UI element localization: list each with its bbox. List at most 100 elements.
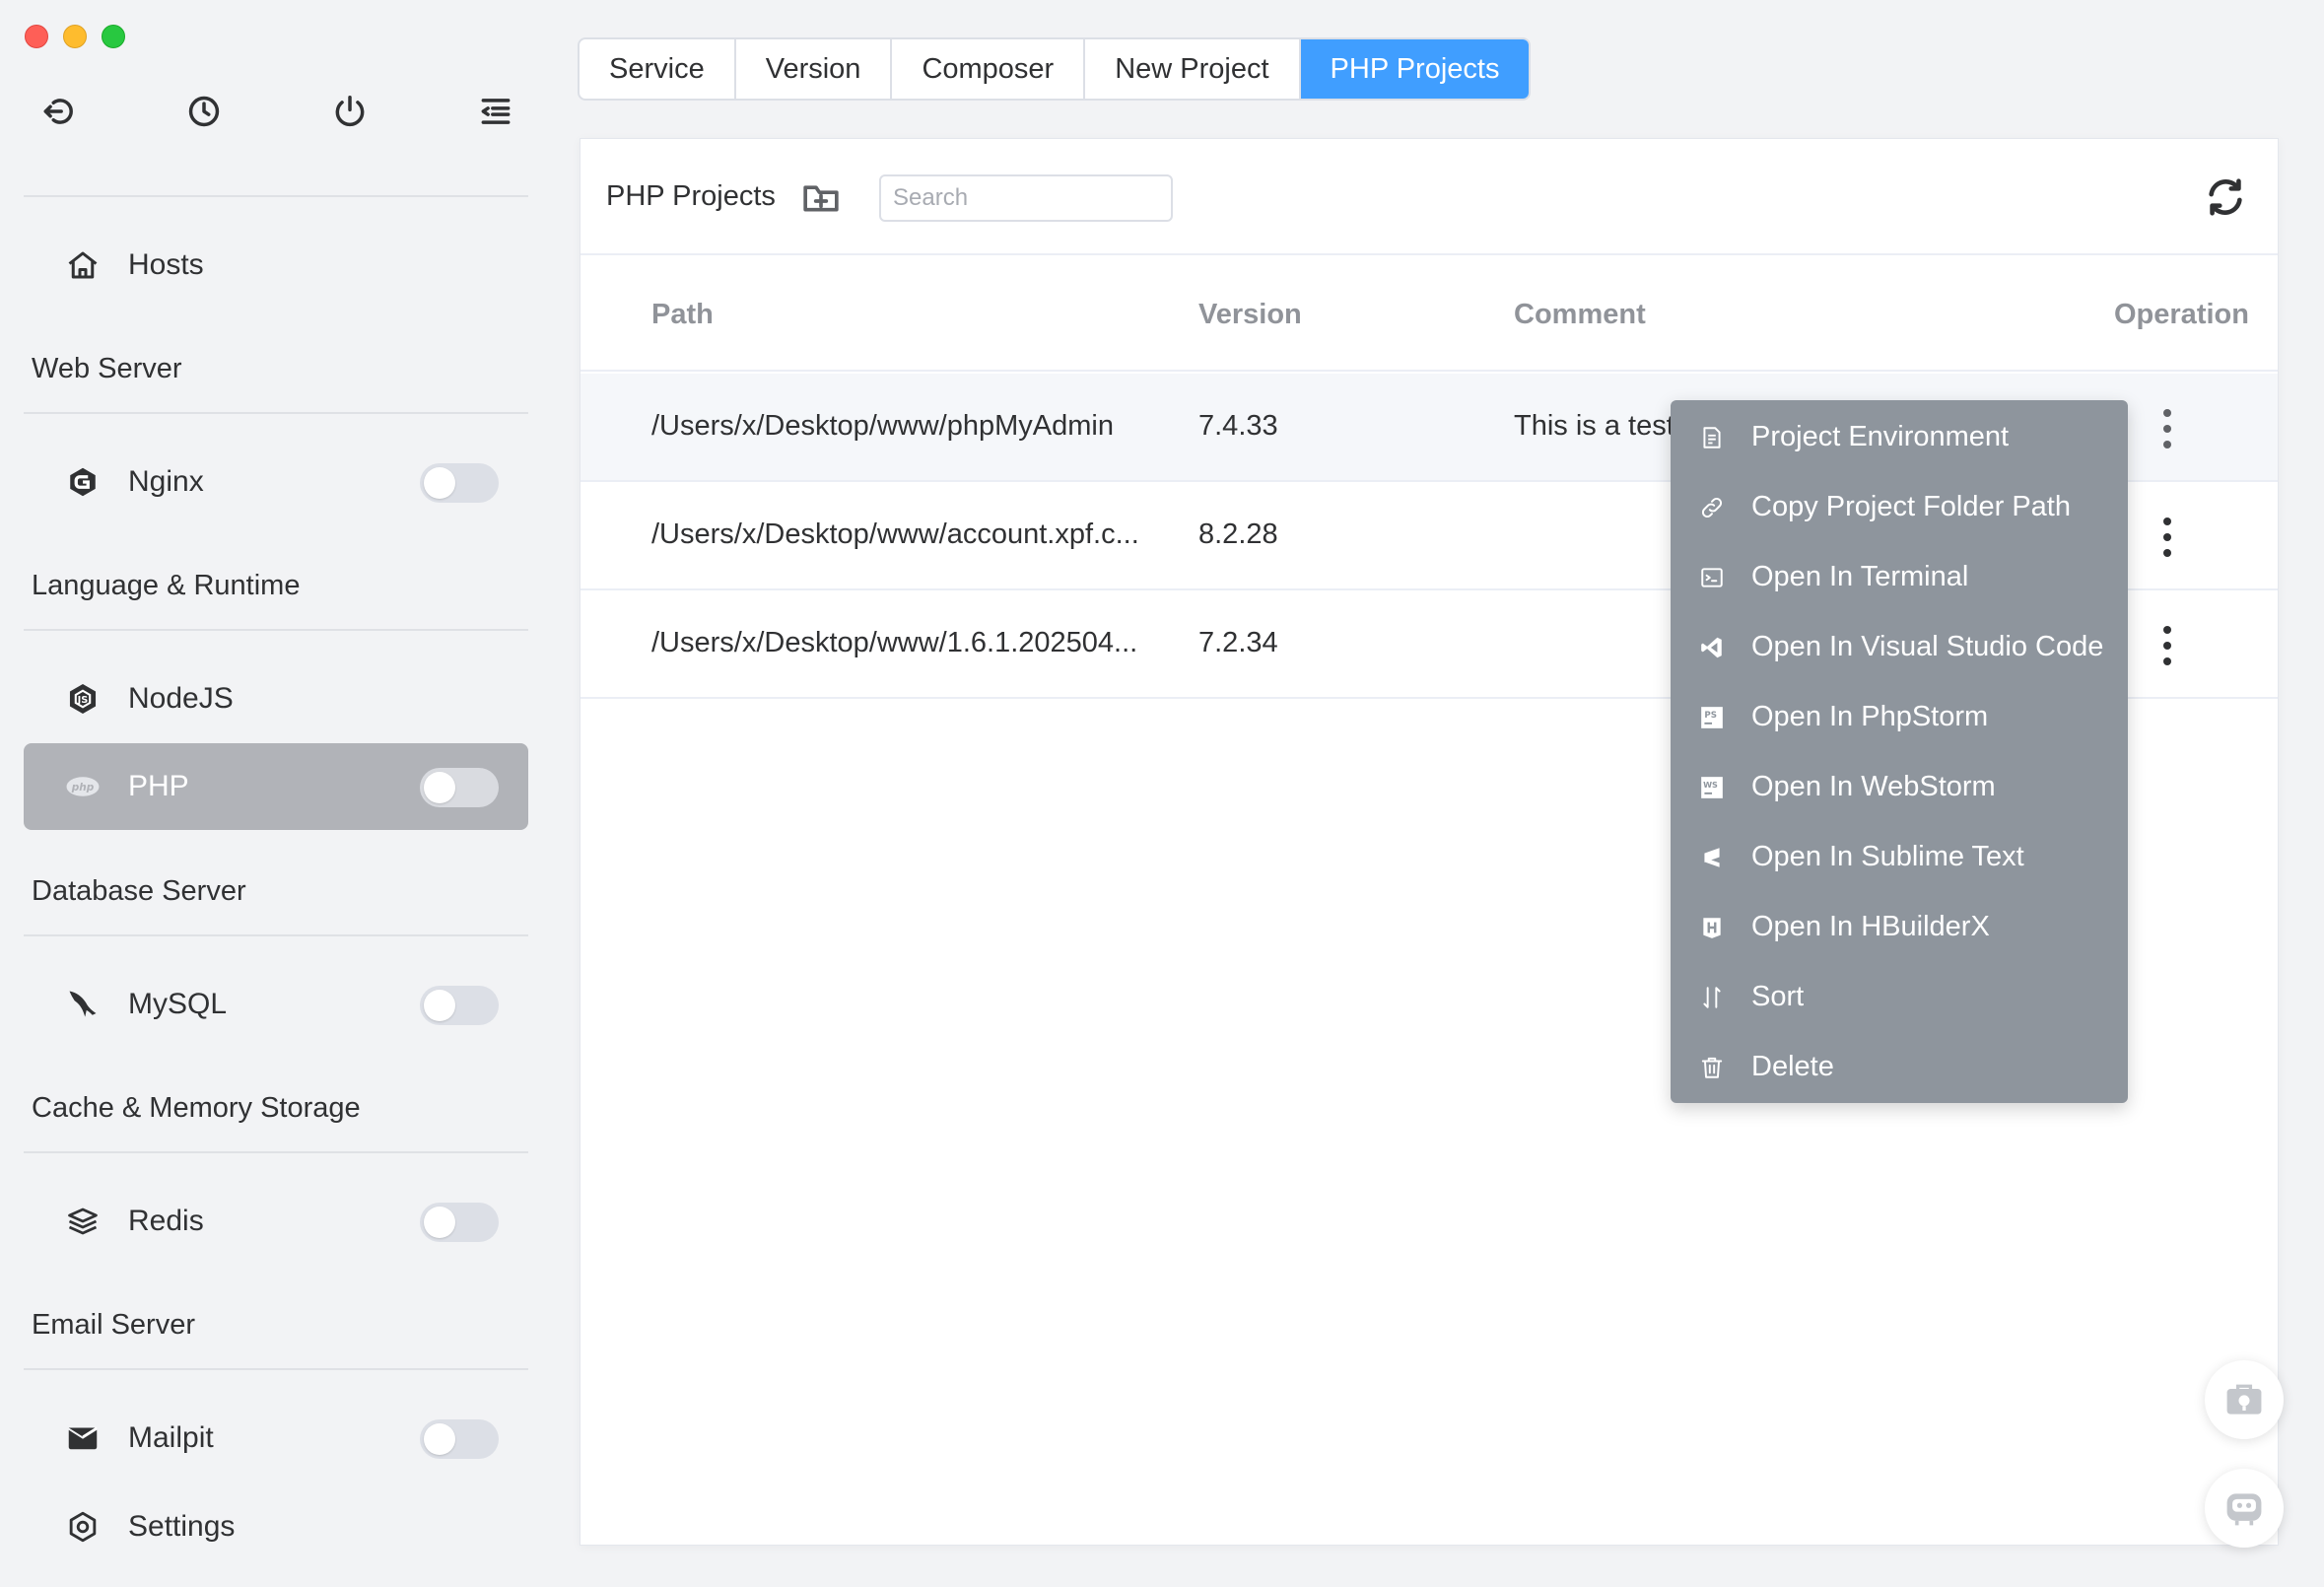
sidebar-item-label: Mailpit bbox=[128, 1421, 214, 1454]
add-project-button[interactable] bbox=[801, 178, 841, 218]
refresh-button[interactable] bbox=[2203, 174, 2248, 220]
ai-assistant-button[interactable] bbox=[2205, 1469, 2284, 1548]
menu-item-label: Open In WebStorm bbox=[1751, 771, 1996, 802]
sidebar-item-label: Nginx bbox=[128, 465, 204, 498]
mailpit-toggle[interactable] bbox=[420, 1419, 499, 1459]
menu-item-label: Open In Sublime Text bbox=[1751, 841, 2024, 872]
more-options-icon[interactable] bbox=[2157, 409, 2177, 448]
trash-icon bbox=[1698, 1054, 1726, 1081]
mysql-toggle[interactable] bbox=[420, 986, 499, 1025]
menu-item-sort[interactable]: Sort bbox=[1671, 962, 2128, 1032]
cell-path: /Users/x/Desktop/www/account.xpf.c... bbox=[651, 518, 1139, 550]
tab-php-projects[interactable]: PHP Projects bbox=[1300, 39, 1530, 99]
environment-icon bbox=[1698, 424, 1726, 451]
top-tabs: Service Version Composer New Project PHP… bbox=[578, 37, 1532, 101]
redis-icon bbox=[63, 1202, 103, 1241]
column-header-version[interactable]: Version bbox=[1198, 299, 1302, 331]
power-icon bbox=[335, 96, 365, 127]
sidebar-item-label: Hosts bbox=[128, 248, 204, 281]
menu-item-delete[interactable]: Delete bbox=[1671, 1032, 2128, 1102]
svg-text:WS: WS bbox=[1703, 780, 1718, 790]
sidebar-item-hosts[interactable]: Hosts bbox=[24, 222, 528, 309]
sidebar-divider bbox=[24, 1151, 528, 1153]
power-button[interactable] bbox=[327, 89, 373, 134]
sidebar-divider bbox=[24, 1368, 528, 1370]
search-input[interactable] bbox=[879, 174, 1173, 222]
more-options-icon[interactable] bbox=[2157, 518, 2177, 557]
menu-collapse-icon bbox=[481, 99, 511, 124]
column-header-comment[interactable]: Comment bbox=[1514, 299, 1646, 331]
collapse-menu-button[interactable] bbox=[473, 89, 518, 134]
context-menu: Project Environment Copy Project Folder … bbox=[1671, 400, 2128, 1103]
gear-icon bbox=[63, 1507, 103, 1547]
tab-composer[interactable]: Composer bbox=[892, 39, 1086, 99]
svg-text:PS: PS bbox=[1704, 711, 1717, 721]
php-toggle[interactable] bbox=[420, 768, 499, 807]
sidebar-divider bbox=[24, 195, 528, 197]
tab-new-project[interactable]: New Project bbox=[1085, 39, 1301, 99]
sidebar-item-nodejs[interactable]: JS NodeJS bbox=[24, 656, 528, 742]
menu-item-open-hbuilderx[interactable]: Open In HBuilderX bbox=[1671, 892, 2128, 962]
svg-text:JS: JS bbox=[77, 695, 89, 706]
sidebar-item-label: MySQL bbox=[128, 988, 228, 1020]
toolbox-button[interactable] bbox=[2205, 1360, 2284, 1439]
logout-icon bbox=[43, 99, 73, 124]
menu-item-open-phpstorm[interactable]: PS Open In PhpStorm bbox=[1671, 682, 2128, 752]
sidebar-divider bbox=[24, 629, 528, 631]
robot-icon bbox=[2226, 1493, 2262, 1526]
sidebar-divider bbox=[24, 412, 528, 414]
sidebar-item-redis[interactable]: Redis bbox=[24, 1178, 528, 1265]
panel-title: PHP Projects bbox=[606, 180, 776, 212]
sublime-icon bbox=[1698, 844, 1726, 871]
sidebar-item-mailpit[interactable]: Mailpit bbox=[24, 1395, 528, 1482]
column-header-path[interactable]: Path bbox=[651, 299, 714, 331]
history-button[interactable] bbox=[181, 89, 227, 134]
menu-item-project-environment[interactable]: Project Environment bbox=[1671, 402, 2128, 472]
section-web-server: Web Server bbox=[32, 353, 182, 384]
vscode-icon bbox=[1698, 634, 1726, 661]
home-icon bbox=[63, 245, 103, 285]
menu-item-open-vscode[interactable]: Open In Visual Studio Code bbox=[1671, 612, 2128, 682]
cell-version: 7.4.33 bbox=[1198, 410, 1278, 442]
phpstorm-icon: PS bbox=[1698, 704, 1726, 731]
section-database-server: Database Server bbox=[32, 875, 246, 907]
tab-service[interactable]: Service bbox=[580, 39, 736, 99]
terminal-icon bbox=[1698, 564, 1726, 591]
php-icon: php bbox=[63, 767, 103, 806]
sidebar-item-php[interactable]: php PHP bbox=[24, 743, 528, 830]
table-header: Path Version Comment Operation bbox=[581, 257, 2278, 372]
cell-path: /Users/x/Desktop/www/phpMyAdmin bbox=[651, 410, 1114, 442]
sidebar-item-mysql[interactable]: MySQL bbox=[24, 961, 528, 1048]
menu-item-open-terminal[interactable]: Open In Terminal bbox=[1671, 542, 2128, 612]
sidebar: Hosts Web Server Nginx Language & Runtim… bbox=[0, 0, 552, 1587]
sidebar-item-nginx[interactable]: Nginx bbox=[24, 439, 528, 525]
section-email-server: Email Server bbox=[32, 1309, 195, 1341]
nodejs-icon: JS bbox=[63, 679, 103, 719]
column-header-operation: Operation bbox=[2114, 299, 2249, 330]
nginx-toggle[interactable] bbox=[420, 463, 499, 503]
redis-toggle[interactable] bbox=[420, 1203, 499, 1242]
svg-text:php: php bbox=[71, 782, 95, 794]
mysql-icon bbox=[63, 985, 103, 1024]
sort-icon bbox=[1698, 984, 1726, 1011]
menu-item-copy-folder-path[interactable]: Copy Project Folder Path bbox=[1671, 472, 2128, 542]
sidebar-divider bbox=[24, 934, 528, 936]
toolbox-icon bbox=[2226, 1384, 2262, 1414]
menu-item-open-sublime[interactable]: Open In Sublime Text bbox=[1671, 822, 2128, 892]
sidebar-item-settings[interactable]: Settings bbox=[24, 1484, 528, 1570]
cell-path: /Users/x/Desktop/www/1.6.1.202504... bbox=[651, 627, 1138, 658]
history-icon bbox=[188, 96, 220, 127]
menu-item-open-webstorm[interactable]: WS Open In WebStorm bbox=[1671, 752, 2128, 822]
menu-item-label: Copy Project Folder Path bbox=[1751, 491, 2071, 522]
sidebar-toolbar bbox=[35, 89, 518, 134]
tab-version[interactable]: Version bbox=[736, 39, 893, 99]
menu-item-label: Open In HBuilderX bbox=[1751, 911, 1990, 942]
more-options-icon[interactable] bbox=[2157, 626, 2177, 665]
menu-item-label: Delete bbox=[1751, 1051, 1834, 1082]
panel-header: PHP Projects bbox=[581, 139, 2278, 255]
nginx-icon bbox=[63, 462, 103, 502]
cell-version: 8.2.28 bbox=[1198, 518, 1278, 550]
logout-button[interactable] bbox=[35, 89, 81, 134]
menu-item-label: Project Environment bbox=[1751, 421, 2010, 452]
refresh-icon bbox=[2209, 178, 2242, 216]
